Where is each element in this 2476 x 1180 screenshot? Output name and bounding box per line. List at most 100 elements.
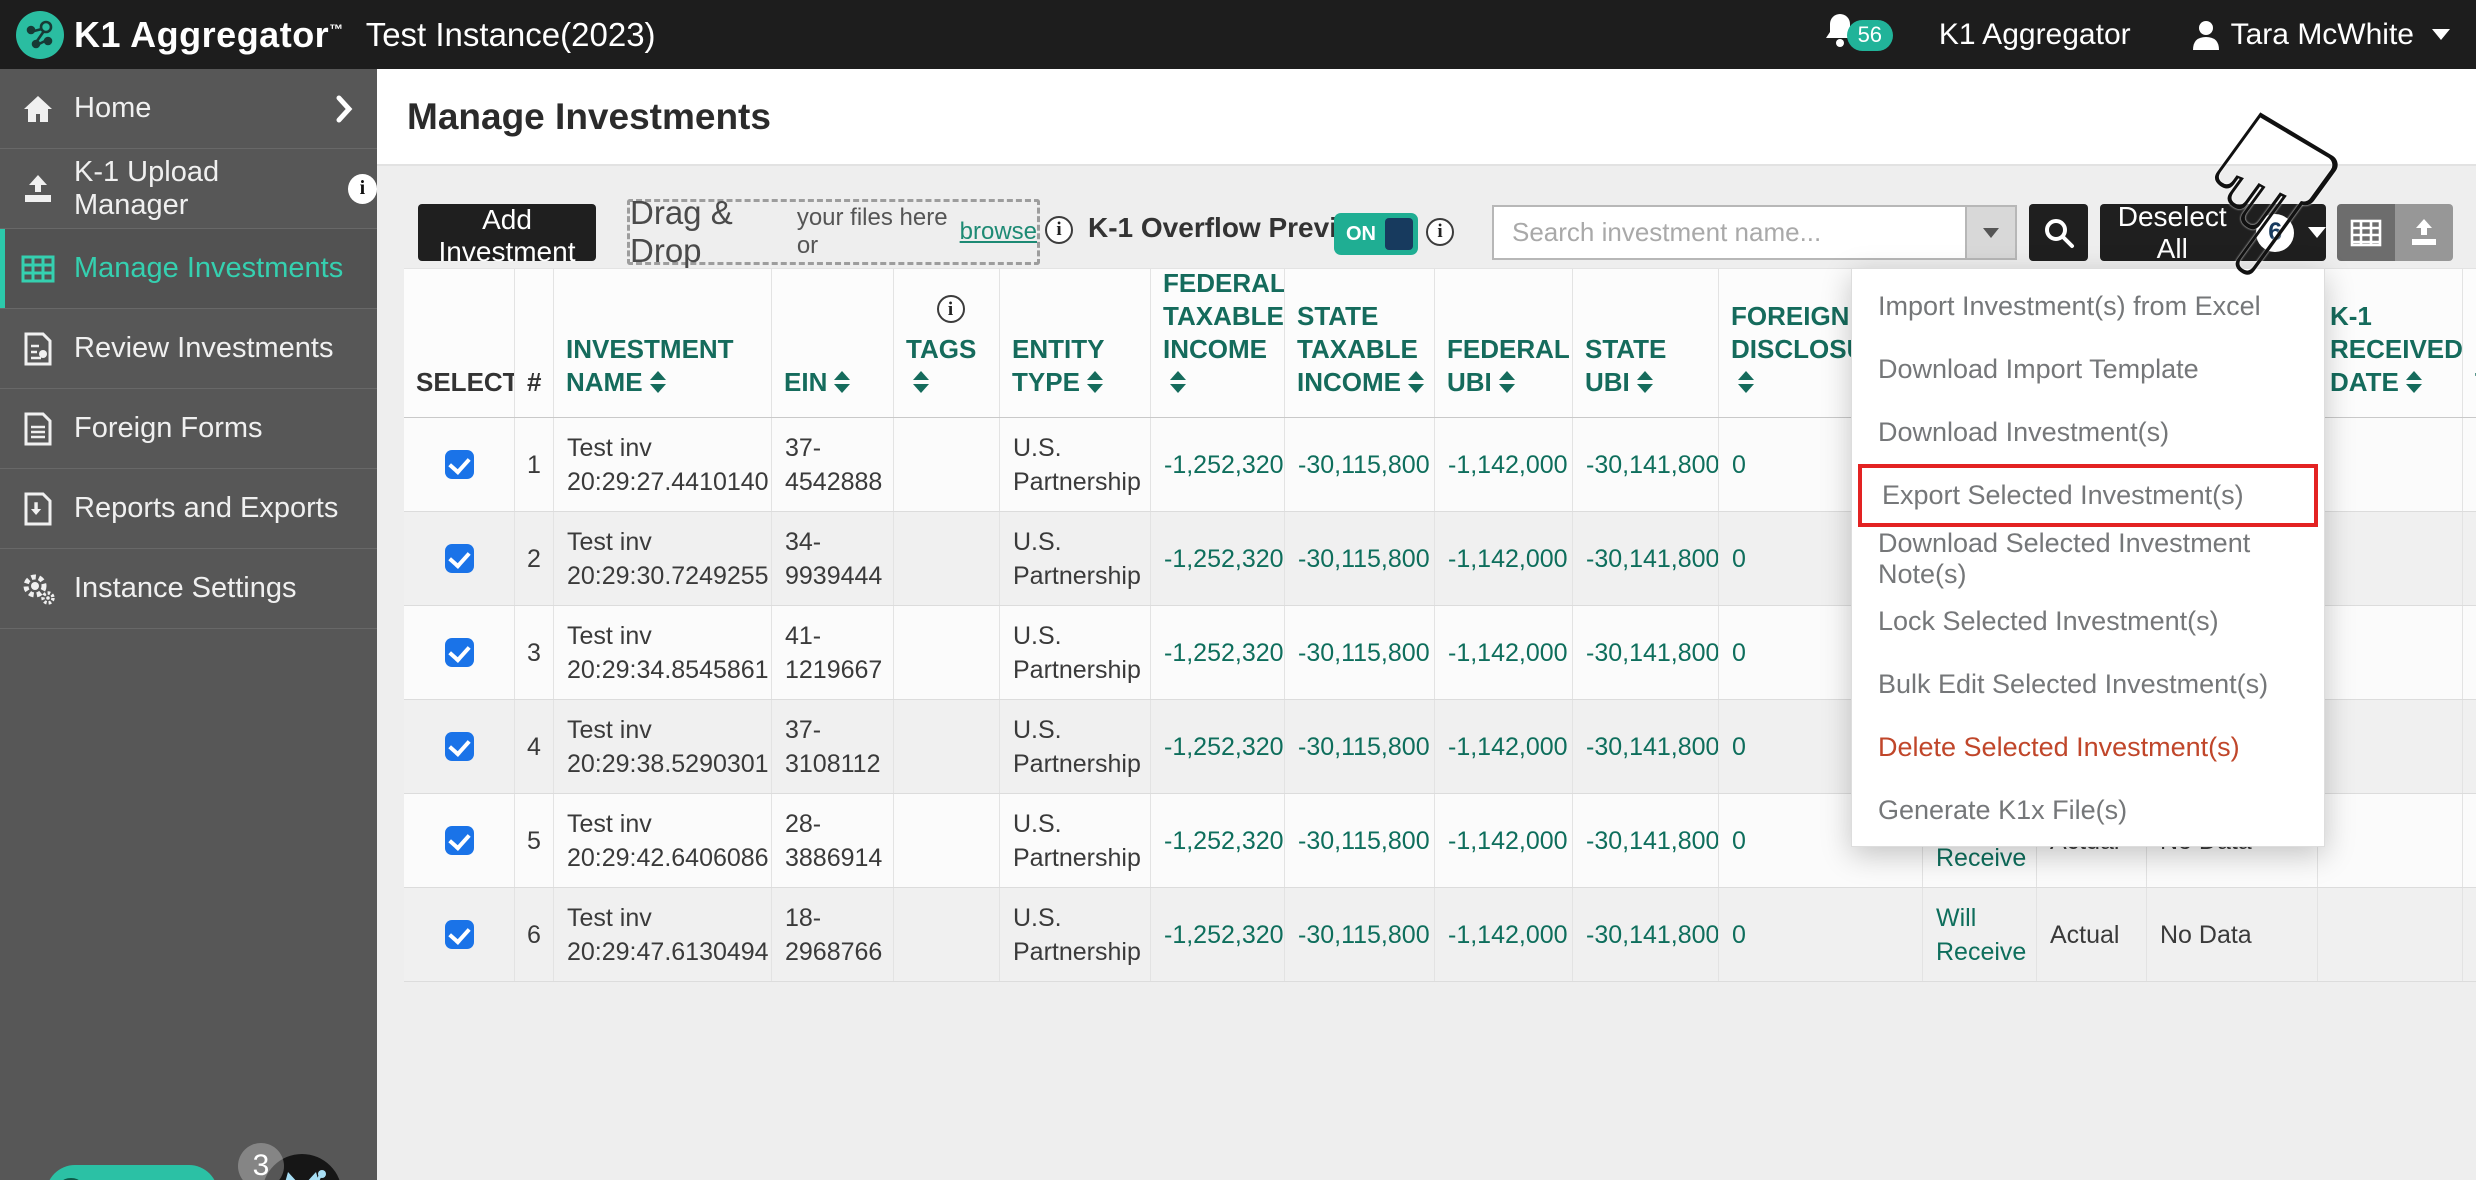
column-header-federal-ubi[interactable]: FEDERAL UBI bbox=[1435, 269, 1573, 417]
column-header-ein[interactable]: EIN bbox=[772, 269, 894, 417]
menu-item-download-investments[interactable]: Download Investment(s) bbox=[1852, 401, 2324, 464]
state-taxable-income-cell: -30,115,800 bbox=[1285, 700, 1435, 793]
row-checkbox[interactable] bbox=[445, 826, 474, 855]
row-checkbox[interactable] bbox=[445, 638, 474, 667]
select-cell bbox=[404, 794, 515, 887]
federal-taxable-income-cell: -1,252,320 bbox=[1151, 418, 1285, 511]
search-input[interactable] bbox=[1494, 207, 1965, 258]
support-button[interactable]: ? Support bbox=[46, 1165, 218, 1180]
federal-taxable-income-cell: -1,252,320 bbox=[1151, 700, 1285, 793]
row-checkbox[interactable] bbox=[445, 920, 474, 949]
menu-item-download-selected-notes[interactable]: Download Selected Investment Note(s) bbox=[1852, 527, 2324, 590]
column-header-state-ubi[interactable]: STATE UBI bbox=[1573, 269, 1719, 417]
report-download-icon bbox=[16, 492, 60, 526]
info-icon[interactable]: i bbox=[348, 174, 377, 204]
federal-taxable-income-cell: -1,252,320 bbox=[1151, 606, 1285, 699]
sidebar-item-home[interactable]: Home bbox=[0, 69, 377, 149]
row-checkbox[interactable] bbox=[445, 544, 474, 573]
drag-drop-zone[interactable]: Drag & Drop your files here or browse bbox=[627, 199, 1040, 265]
ein-cell: 37-3108112 bbox=[772, 700, 894, 793]
investment-name-cell: Test inv 20:29:42.6406086 bbox=[554, 794, 772, 887]
investment-name-cell: Test inv 20:29:34.8545861 bbox=[554, 606, 772, 699]
info-icon[interactable]: i bbox=[1045, 216, 1073, 244]
upload-icon bbox=[2408, 218, 2440, 248]
browse-link[interactable]: browse bbox=[960, 218, 1037, 246]
chevron-down-icon bbox=[2432, 29, 2450, 40]
grid-view-button[interactable] bbox=[2337, 204, 2395, 261]
row-checkbox[interactable] bbox=[445, 450, 474, 479]
menu-item-export-selected-investments[interactable]: Export Selected Investment(s) bbox=[1858, 464, 2318, 527]
k1-data-cell: No Data bbox=[2147, 888, 2318, 981]
sidebar-item-label: Review Investments bbox=[74, 332, 334, 365]
k1-received-date-cell bbox=[2318, 700, 2463, 793]
ein-cell: 41-1219667 bbox=[772, 606, 894, 699]
column-header-investment-name[interactable]: INVESTMENT NAME bbox=[554, 269, 772, 417]
menu-item-bulk-edit-selected-investments[interactable]: Bulk Edit Selected Investment(s) bbox=[1852, 653, 2324, 716]
sidebar-item-label: Manage Investments bbox=[74, 252, 343, 285]
brand-name: K1 Aggregator™ bbox=[74, 14, 344, 56]
menu-item-delete-selected-investments[interactable]: Delete Selected Investment(s) bbox=[1852, 716, 2324, 779]
row-number-cell: 5 bbox=[515, 794, 554, 887]
tags-cell bbox=[894, 700, 1000, 793]
column-header-number[interactable]: # bbox=[515, 269, 554, 417]
column-header-federal-taxable-income[interactable]: FEDERAL TAXABLE INCOME bbox=[1151, 269, 1285, 417]
sidebar-item-review-investments[interactable]: Review Investments bbox=[0, 309, 377, 389]
k1-status-cell[interactable]: Will Receive bbox=[1923, 888, 2037, 981]
row-number-cell: 6 bbox=[515, 888, 554, 981]
sidebar-item-k1-upload-manager[interactable]: K-1 Upload Manager i bbox=[0, 149, 377, 229]
deselect-all-button[interactable]: Deselect All 6 bbox=[2100, 204, 2326, 261]
sort-icon[interactable] bbox=[1408, 371, 1424, 393]
menu-item-generate-k1x-files[interactable]: Generate K1x File(s) bbox=[1852, 779, 2324, 842]
column-header-k1-received-date[interactable]: K-1 RECEIVED DATE bbox=[2318, 269, 2463, 417]
sort-icon[interactable] bbox=[1499, 371, 1515, 393]
add-investment-button[interactable]: Add Investment bbox=[418, 204, 596, 261]
user-menu[interactable]: Tara McWhite bbox=[2191, 18, 2450, 52]
sort-icon[interactable] bbox=[834, 371, 850, 393]
column-header-cutoff[interactable]: T bbox=[2463, 269, 2476, 417]
sidebar-item-instance-settings[interactable]: Instance Settings bbox=[0, 549, 377, 629]
sort-icon[interactable] bbox=[1170, 371, 1186, 393]
sidebar-item-label: Instance Settings bbox=[74, 572, 296, 605]
chevron-right-icon bbox=[335, 95, 353, 123]
sort-icon[interactable] bbox=[2406, 371, 2422, 393]
sidebar-item-foreign-forms[interactable]: Foreign Forms bbox=[0, 389, 377, 469]
k1-received-date-cell bbox=[2318, 794, 2463, 887]
search-box bbox=[1492, 205, 2017, 260]
upload-view-button[interactable] bbox=[2395, 204, 2453, 261]
federal-ubi-cell: -1,142,000 bbox=[1435, 512, 1573, 605]
sort-icon[interactable] bbox=[1738, 371, 1754, 393]
ein-cell: 37-4542888 bbox=[772, 418, 894, 511]
selected-count-badge: 6 bbox=[2256, 214, 2294, 252]
search-options-dropdown[interactable] bbox=[1965, 207, 2015, 258]
sort-icon[interactable] bbox=[913, 371, 929, 393]
column-header-select[interactable]: SELECT bbox=[404, 269, 515, 417]
sidebar-item-manage-investments[interactable]: Manage Investments bbox=[0, 229, 377, 309]
entity-type-cell: U.S. Partnership bbox=[1000, 512, 1151, 605]
column-header-tags[interactable]: iTAGS bbox=[894, 269, 1000, 417]
info-icon[interactable]: i bbox=[1426, 218, 1454, 246]
overflow-preview-toggle[interactable]: ON bbox=[1334, 213, 1418, 255]
sidebar: Home K-1 Upload Manager i Manage Investm… bbox=[0, 69, 377, 1180]
menu-item-download-import-template[interactable]: Download Import Template bbox=[1852, 338, 2324, 401]
sidebar-item-label: Foreign Forms bbox=[74, 412, 263, 445]
sort-icon[interactable] bbox=[1087, 371, 1103, 393]
column-header-state-taxable-income[interactable]: STATE TAXABLE INCOME bbox=[1285, 269, 1435, 417]
search-button[interactable] bbox=[2029, 204, 2088, 261]
menu-item-lock-selected-investments[interactable]: Lock Selected Investment(s) bbox=[1852, 590, 2324, 653]
column-header-entity-type[interactable]: ENTITY TYPE bbox=[1000, 269, 1151, 417]
k1-received-date-cell bbox=[2318, 606, 2463, 699]
menu-item-import-from-excel[interactable]: Import Investment(s) from Excel bbox=[1852, 275, 2324, 338]
drag-drop-title: Drag & Drop bbox=[630, 194, 789, 270]
row-checkbox[interactable] bbox=[445, 732, 474, 761]
info-icon[interactable]: i bbox=[937, 295, 965, 323]
k1-type-cell: Actual bbox=[2037, 888, 2147, 981]
notifications-button[interactable]: 56 bbox=[1823, 11, 1893, 59]
k1-aggregator-logo-icon bbox=[16, 11, 64, 59]
sort-icon[interactable] bbox=[650, 371, 666, 393]
edit-cell: ✎ bbox=[2463, 700, 2476, 793]
federal-taxable-income-cell: -1,252,320 bbox=[1151, 794, 1285, 887]
sort-icon[interactable] bbox=[1637, 371, 1653, 393]
entity-type-cell: U.S. Partnership bbox=[1000, 700, 1151, 793]
deselect-all-label: Deselect All bbox=[2100, 201, 2244, 265]
sidebar-item-reports-and-exports[interactable]: Reports and Exports bbox=[0, 469, 377, 549]
